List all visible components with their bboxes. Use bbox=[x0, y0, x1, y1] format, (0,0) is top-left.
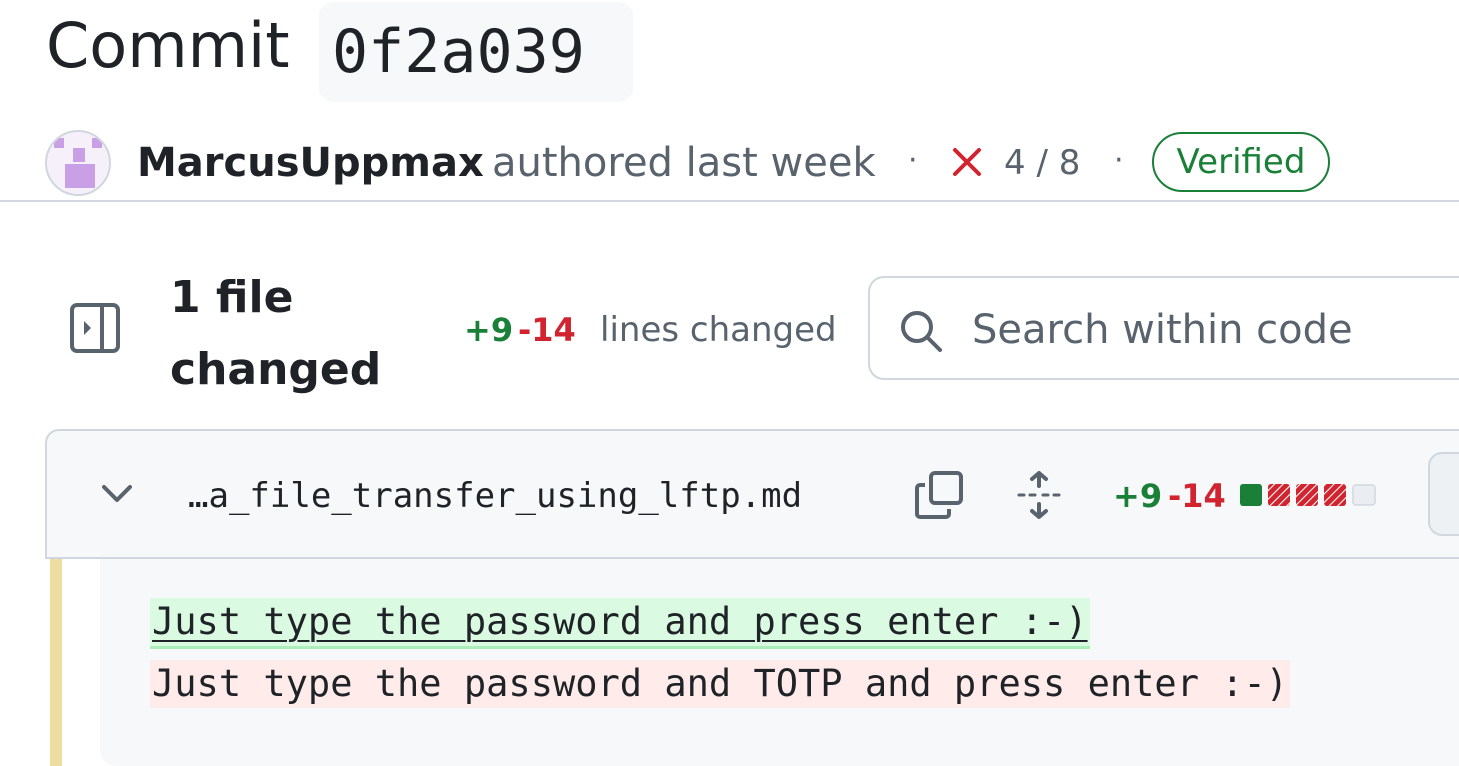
diffstat-block-neutral bbox=[1352, 484, 1376, 506]
diff-added-line: Just type the password and press enter :… bbox=[150, 598, 1090, 649]
x-icon[interactable] bbox=[950, 145, 984, 179]
identicon-image bbox=[54, 138, 102, 188]
diffstat-block-removed bbox=[1296, 484, 1318, 506]
lines-added-count: +9 bbox=[464, 311, 514, 349]
diffstat-block-added bbox=[1240, 484, 1262, 506]
diffstat-block-removed bbox=[1324, 484, 1346, 506]
file-name-link[interactable]: …a_file_transfer_using_lftp.md bbox=[188, 474, 802, 518]
unfold-icon[interactable] bbox=[1016, 470, 1062, 520]
diffstat-bar bbox=[1240, 484, 1376, 506]
copy-icon[interactable] bbox=[914, 470, 964, 520]
lines-changed-label: lines changed bbox=[600, 310, 837, 350]
file-additions: +9 bbox=[1113, 477, 1163, 515]
sidebar-expand-icon[interactable] bbox=[70, 303, 120, 353]
commit-sha[interactable]: 0f2a039 bbox=[332, 14, 585, 90]
separator-dot: · bbox=[1114, 143, 1124, 178]
header-divider bbox=[0, 200, 1459, 202]
commit-title-label: Commit bbox=[46, 9, 290, 82]
lines-removed-count: -14 bbox=[518, 311, 576, 349]
files-changed-count: 1 file changed bbox=[170, 272, 382, 395]
search-placeholder[interactable]: Search within code bbox=[972, 304, 1353, 356]
file-deletions: -14 bbox=[1168, 477, 1226, 515]
verified-badge[interactable]: Verified bbox=[1152, 132, 1330, 192]
hunk-gutter-marker bbox=[50, 559, 62, 766]
file-actions-button[interactable] bbox=[1428, 452, 1459, 536]
search-icon bbox=[901, 311, 942, 352]
authored-time-text: authored last week bbox=[492, 140, 876, 186]
separator-dot: · bbox=[908, 143, 918, 178]
chevron-down-icon[interactable] bbox=[100, 480, 134, 508]
diffstat-block-removed bbox=[1268, 484, 1290, 506]
diff-removed-line: Just type the password and TOTP and pres… bbox=[150, 660, 1291, 708]
avatar[interactable] bbox=[45, 130, 111, 196]
author-link[interactable]: MarcusUppmax bbox=[137, 138, 484, 188]
checks-count[interactable]: 4 / 8 bbox=[1004, 140, 1080, 186]
